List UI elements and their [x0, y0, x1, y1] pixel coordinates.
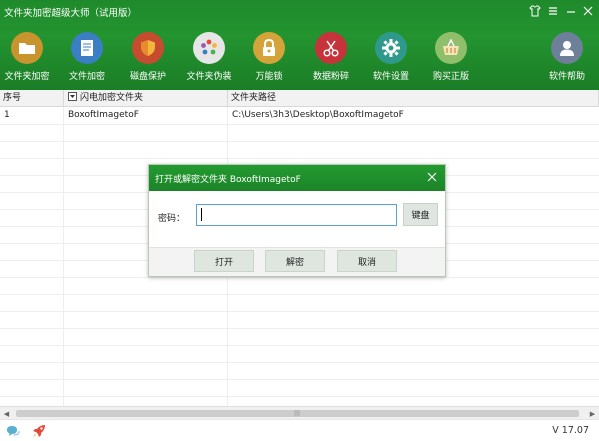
toolbar-universal-lock[interactable]: 万能锁: [240, 32, 298, 82]
dialog-title: 打开或解密文件夹 BoxoftImagetoF: [155, 175, 301, 185]
cancel-button[interactable]: 取消: [337, 250, 397, 272]
row-divider: [0, 158, 599, 159]
toolbar-folder-encrypt[interactable]: 文件夹加密: [0, 32, 56, 82]
user-help-icon: [551, 32, 583, 64]
row-divider: [0, 396, 599, 397]
row-folder-name: BoxoftImagetoF: [68, 110, 139, 120]
toolbar-label: 文件夹加密: [4, 72, 50, 82]
document-icon: [71, 32, 103, 64]
decrypt-button[interactable]: 解密: [265, 250, 325, 272]
toolbar-settings[interactable]: 软件设置: [362, 32, 420, 82]
password-input[interactable]: [196, 204, 397, 226]
close-icon[interactable]: [580, 3, 596, 19]
scissors-icon: [315, 32, 347, 64]
row-index: 1: [4, 110, 10, 120]
close-icon[interactable]: [425, 170, 439, 184]
toolbar-label: 软件帮助: [548, 72, 585, 82]
dialog-body: 密码： 键盘: [149, 191, 445, 247]
toolbar: 文件夹加密 文件加密 磁盘保护 文件夹伪装 万能锁 数据粉碎 软件设置 购买正版…: [0, 32, 599, 88]
menu-icon[interactable]: [545, 3, 561, 19]
text-caret: [201, 208, 202, 221]
keyboard-button[interactable]: 键盘: [403, 203, 438, 226]
folder-icon: [11, 32, 43, 64]
column-header-index[interactable]: 序号: [0, 90, 64, 107]
column-header-name-label: 闪电加密文件夹: [80, 93, 144, 103]
row-folder-path: C:\Users\3h3\Desktop\BoxoftImagetoF: [232, 110, 404, 120]
scroll-thumb[interactable]: |||: [16, 410, 579, 417]
toolbar-label: 购买正版: [432, 72, 469, 82]
row-divider: [0, 311, 599, 312]
toolbar-disk-protect[interactable]: 磁盘保护: [119, 32, 177, 82]
toolbar-label: 万能锁: [255, 72, 283, 82]
row-divider: [0, 379, 599, 380]
toolbar-file-encrypt[interactable]: 文件加密: [58, 32, 116, 82]
dialog-titlebar[interactable]: 打开或解密文件夹 BoxoftImagetoF: [149, 165, 445, 191]
toolbar-buy[interactable]: 购买正版: [422, 32, 480, 82]
scroll-grip-icon: |||: [294, 410, 301, 417]
app-title: 文件夹加密超级大师（试用版）: [4, 8, 138, 19]
palette-icon: [193, 32, 225, 64]
password-label: 密码：: [158, 214, 186, 224]
row-divider: [0, 141, 599, 142]
chat-bubble-icon[interactable]: [6, 425, 20, 441]
horizontal-scrollbar[interactable]: ◀ ||| ▶: [0, 406, 599, 419]
row-divider: [0, 328, 599, 329]
toolbar-data-shred[interactable]: 数据粉碎: [302, 32, 360, 82]
row-divider: [0, 345, 599, 346]
column-header-name[interactable]: 闪电加密文件夹: [64, 90, 228, 107]
version-label: V 17.07: [552, 425, 589, 436]
status-bar: V 17.07: [0, 419, 599, 441]
toolbar-help[interactable]: 软件帮助: [538, 32, 596, 82]
toolbar-label: 数据粉碎: [312, 72, 349, 82]
toolbar-folder-disguise[interactable]: 文件夹伪装: [180, 32, 238, 82]
shield-icon: [132, 32, 164, 64]
rocket-icon[interactable]: [32, 424, 46, 441]
table-row[interactable]: 1 BoxoftImagetoF C:\Users\3h3\Desktop\Bo…: [0, 107, 599, 124]
basket-icon: [435, 32, 467, 64]
shirt-icon[interactable]: [527, 3, 543, 19]
toolbar-label: 磁盘保护: [129, 72, 166, 82]
gear-icon: [375, 32, 407, 64]
column-header-path[interactable]: 文件夹路径: [228, 90, 599, 107]
open-button[interactable]: 打开: [194, 250, 254, 272]
minimize-icon[interactable]: [563, 3, 579, 19]
toolbar-label: 文件加密: [68, 72, 105, 82]
row-divider: [0, 277, 599, 278]
column-select-checkbox-icon[interactable]: [68, 92, 77, 101]
row-divider: [0, 362, 599, 363]
table-header: 序号 闪电加密文件夹 文件夹路径: [0, 90, 599, 107]
row-divider: [0, 124, 599, 125]
row-divider: [0, 294, 599, 295]
open-decrypt-dialog: 打开或解密文件夹 BoxoftImagetoF 密码： 键盘 打开 解密 取消: [148, 164, 446, 277]
app-header: 文件夹加密超级大师（试用版） 文件夹加密 文件加密 磁盘保护 文件夹伪装 万能锁…: [0, 0, 599, 90]
dialog-footer: 打开 解密 取消: [149, 247, 445, 276]
toolbar-label: 文件夹伪装: [186, 72, 232, 82]
toolbar-label: 软件设置: [372, 72, 409, 82]
padlock-icon: [253, 32, 285, 64]
